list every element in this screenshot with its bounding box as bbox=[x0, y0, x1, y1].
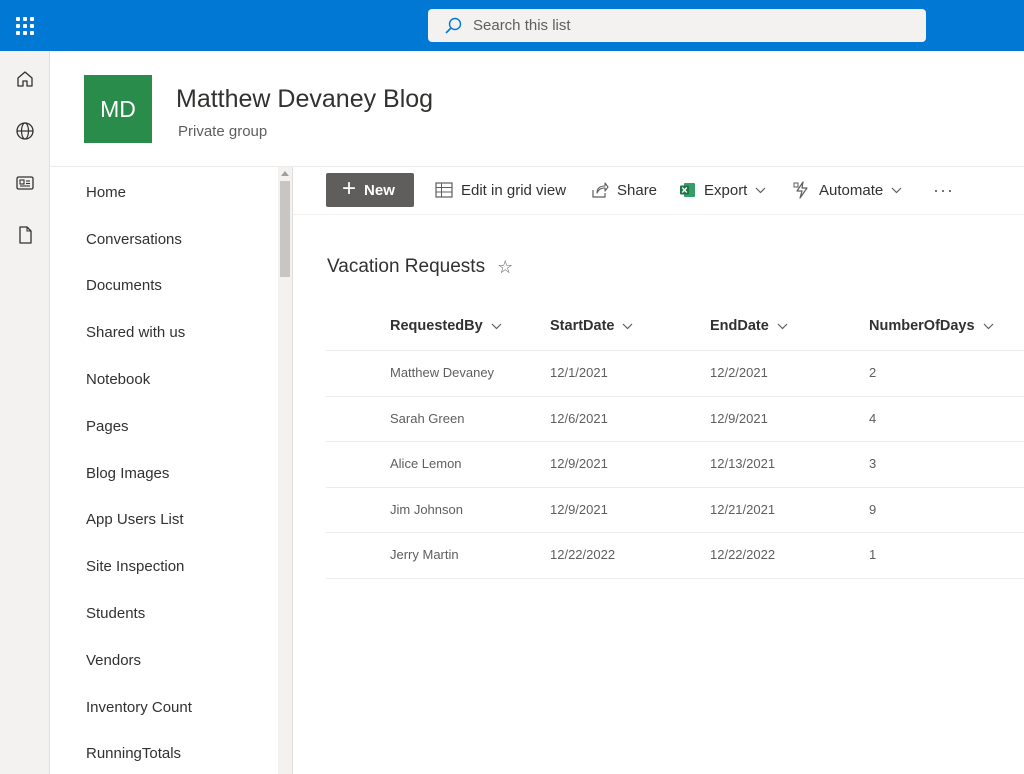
grid-header: RequestedBy StartDate EndDate NumberOfDa… bbox=[326, 304, 1024, 351]
cell-startdate: 12/22/2022 bbox=[550, 547, 616, 563]
cell-requestedby[interactable]: Matthew Devaney bbox=[390, 365, 494, 380]
rail-news-button[interactable] bbox=[0, 157, 50, 209]
column-header-numberofdays[interactable]: NumberOfDays bbox=[869, 318, 994, 334]
column-header-enddate[interactable]: EndDate bbox=[710, 318, 788, 334]
search-icon bbox=[445, 17, 462, 34]
rail-home-button[interactable] bbox=[0, 53, 50, 105]
edit-grid-view-label: Edit in grid view bbox=[461, 181, 567, 199]
new-button[interactable]: + New bbox=[326, 173, 414, 207]
search-box[interactable] bbox=[428, 9, 926, 42]
list-title: Vacation Requests ☆ bbox=[327, 256, 513, 278]
table-row[interactable]: Sarah Green 12/6/2021 12/9/2021 4 bbox=[326, 397, 1024, 443]
list-title-text: Vacation Requests bbox=[327, 256, 486, 277]
chevron-down-icon bbox=[491, 323, 502, 329]
nav-item-documents[interactable]: Documents bbox=[50, 263, 278, 310]
nav-item-app-users-list[interactable]: App Users List bbox=[50, 497, 278, 544]
automate-label: Automate bbox=[819, 181, 884, 199]
waffle-icon bbox=[16, 16, 34, 35]
cell-requestedby[interactable]: Sarah Green bbox=[390, 411, 464, 426]
column-header-label: EndDate bbox=[710, 318, 769, 334]
suite-bar bbox=[0, 0, 1024, 51]
plus-icon: + bbox=[342, 175, 357, 202]
cell-numberofdays: 1 bbox=[869, 547, 877, 563]
home-icon bbox=[17, 71, 33, 87]
cell-requestedby[interactable]: Alice Lemon bbox=[390, 456, 462, 471]
cell-requestedby[interactable]: Jim Johnson bbox=[390, 502, 463, 517]
site-navigation: Home Conversations Documents Shared with… bbox=[50, 167, 278, 774]
nav-item-inventory-count[interactable]: Inventory Count bbox=[50, 684, 278, 731]
column-header-label: StartDate bbox=[550, 318, 615, 334]
file-icon bbox=[19, 226, 32, 244]
app-launcher-button[interactable] bbox=[0, 0, 50, 51]
share-button[interactable]: Share bbox=[591, 173, 657, 207]
table-row[interactable]: Alice Lemon 12/9/2021 12/13/2021 3 bbox=[326, 442, 1024, 488]
column-header-label: NumberOfDays bbox=[869, 318, 975, 334]
scrollbar-thumb[interactable] bbox=[280, 181, 290, 277]
site-header: MD Matthew Devaney Blog Private group bbox=[50, 51, 1024, 167]
nav-item-blog-images[interactable]: Blog Images bbox=[50, 450, 278, 497]
search-input[interactable] bbox=[473, 17, 893, 34]
table-row[interactable]: Matthew Devaney 12/1/2021 12/2/2021 2 bbox=[326, 351, 1024, 397]
chevron-down-icon bbox=[983, 323, 993, 329]
globe-icon bbox=[16, 122, 34, 140]
column-header-startdate[interactable]: StartDate bbox=[550, 318, 633, 334]
scroll-up-arrow-icon[interactable] bbox=[281, 171, 289, 176]
new-button-label: New bbox=[364, 181, 395, 199]
chevron-down-icon bbox=[623, 323, 633, 329]
automate-button[interactable]: Automate bbox=[793, 173, 902, 207]
nav-item-shared-with-us[interactable]: Shared with us bbox=[50, 309, 278, 356]
chevron-down-icon bbox=[755, 187, 766, 193]
cell-numberofdays: 2 bbox=[869, 365, 877, 380]
nav-item-pages[interactable]: Pages bbox=[50, 403, 278, 450]
cell-enddate: 12/2/2021 bbox=[710, 365, 768, 380]
automate-icon bbox=[793, 181, 808, 199]
edit-grid-view-button[interactable]: Edit in grid view bbox=[435, 173, 566, 207]
app-rail bbox=[0, 51, 50, 774]
cell-enddate: 12/22/2022 bbox=[710, 547, 776, 563]
more-options-button[interactable]: ··· bbox=[933, 173, 954, 207]
share-icon bbox=[592, 182, 609, 198]
share-label: Share bbox=[617, 181, 658, 199]
rail-files-button[interactable] bbox=[0, 209, 50, 261]
nav-item-conversations[interactable]: Conversations bbox=[50, 216, 278, 263]
nav-item-notebook[interactable]: Notebook bbox=[50, 356, 278, 403]
cell-numberofdays: 4 bbox=[869, 410, 877, 426]
cell-requestedby[interactable]: Jerry Martin bbox=[390, 547, 459, 562]
nav-scrollbar[interactable] bbox=[278, 167, 293, 774]
chevron-down-icon bbox=[777, 323, 788, 329]
cell-numberofdays: 9 bbox=[869, 501, 877, 517]
nav-item-students[interactable]: Students bbox=[50, 590, 278, 637]
table-row[interactable]: Jim Johnson 12/9/2021 12/21/2021 9 bbox=[326, 488, 1024, 534]
cell-startdate: 12/1/2021 bbox=[550, 365, 608, 380]
column-header-requestedby[interactable]: RequestedBy bbox=[390, 318, 502, 334]
site-logo[interactable]: MD bbox=[84, 75, 152, 143]
cell-numberofdays: 3 bbox=[869, 456, 877, 472]
export-button[interactable]: Export bbox=[679, 173, 766, 207]
column-header-label: RequestedBy bbox=[390, 318, 483, 334]
table-row[interactable]: Jerry Martin 12/22/2022 12/22/2022 1 bbox=[326, 533, 1024, 579]
chevron-down-icon bbox=[891, 187, 902, 193]
list-grid: RequestedBy StartDate EndDate NumberOfDa… bbox=[326, 304, 1024, 579]
favorite-star-icon[interactable]: ☆ bbox=[497, 257, 513, 278]
cell-enddate: 12/21/2021 bbox=[710, 501, 776, 517]
export-label: Export bbox=[704, 181, 748, 199]
nav-item-runningtotals[interactable]: RunningTotals bbox=[50, 731, 278, 774]
cell-startdate: 12/9/2021 bbox=[550, 456, 608, 472]
site-privacy-label: Private group bbox=[178, 123, 268, 140]
rail-sites-button[interactable] bbox=[0, 105, 50, 157]
nav-item-site-inspection[interactable]: Site Inspection bbox=[50, 543, 278, 590]
cell-enddate: 12/9/2021 bbox=[710, 410, 768, 426]
excel-icon bbox=[680, 183, 695, 197]
site-title[interactable]: Matthew Devaney Blog bbox=[176, 85, 433, 114]
cell-startdate: 12/9/2021 bbox=[550, 501, 608, 517]
cell-startdate: 12/6/2021 bbox=[550, 410, 608, 426]
command-bar: + New Edit in grid view Share Export Aut… bbox=[293, 167, 1024, 215]
nav-item-home[interactable]: Home bbox=[50, 169, 278, 216]
cell-enddate: 12/13/2021 bbox=[710, 456, 776, 472]
grid-icon bbox=[435, 182, 453, 198]
news-icon bbox=[16, 176, 34, 190]
nav-item-vendors[interactable]: Vendors bbox=[50, 637, 278, 684]
